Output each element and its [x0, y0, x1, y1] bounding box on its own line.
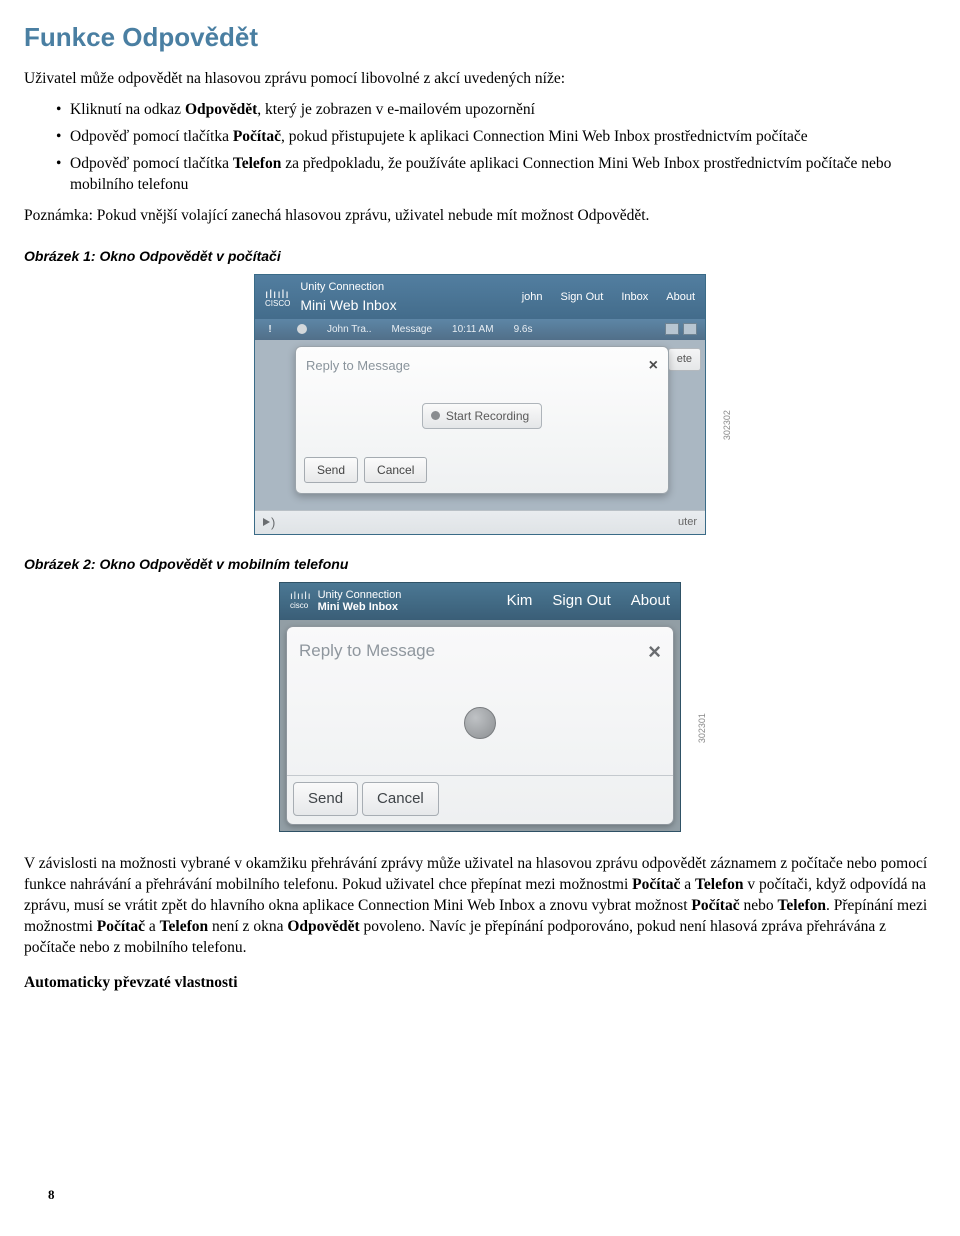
- p2-b3: Počítač: [691, 897, 739, 914]
- bullet-bold: Odpovědět: [185, 101, 257, 118]
- bullet-bold: Počítač: [233, 128, 281, 145]
- brand-line2: Mini Web Inbox: [318, 601, 402, 614]
- p2-b5: Počítač: [97, 918, 145, 935]
- header-username: Kim: [507, 591, 533, 611]
- signout-link[interactable]: Sign Out: [552, 591, 610, 611]
- message-row[interactable]: ! John Tra.. Message 10:11 AM 9.6s: [255, 319, 705, 341]
- bullet-list: Kliknutí na odkaz Odpovědět, který je zo…: [56, 100, 936, 196]
- brand-line1: Unity Connection: [318, 589, 402, 602]
- bullet-pre: Odpověď pomocí tlačítka: [70, 155, 233, 172]
- body-paragraph: V závislosti na možnosti vybrané v okamž…: [24, 854, 936, 959]
- message-time: 10:11 AM: [452, 323, 494, 337]
- cisco-logo-icon: ılıılı CISCO: [265, 288, 290, 308]
- start-recording-button[interactable]: Start Recording: [422, 403, 542, 429]
- reply-dialog: Reply to Message × Send Cancel: [286, 626, 674, 825]
- page-title: Funkce Odpovědět: [24, 20, 936, 55]
- message-from: John Tra..: [327, 323, 371, 337]
- list-item: Odpověď pomocí tlačítka Počítač, pokud p…: [56, 127, 936, 148]
- brand-line1: Unity Connection: [300, 280, 396, 295]
- about-link[interactable]: About: [631, 591, 670, 611]
- dialog-title: Reply to Message: [299, 640, 435, 663]
- brand-line2: Mini Web Inbox: [300, 296, 396, 315]
- p2-b2: Telefon: [695, 876, 744, 893]
- page-number: 8: [48, 1186, 55, 1204]
- send-button[interactable]: Send: [293, 782, 358, 816]
- list-item: Odpověď pomocí tlačítka Telefon za předp…: [56, 154, 936, 196]
- unread-dot-icon: [297, 324, 307, 334]
- list-item: Kliknutí na odkaz Odpovědět, který je zo…: [56, 100, 936, 121]
- header-username: john: [522, 290, 543, 305]
- message-subject: Message: [391, 323, 432, 337]
- p2-b4: Telefon: [778, 897, 827, 914]
- app-header: ılıılı CISCO Unity Connection Mini Web I…: [255, 275, 705, 319]
- priority-icon: !: [263, 323, 277, 337]
- bullet-bold: Telefon: [233, 155, 282, 172]
- p2-mid3: a: [145, 918, 160, 935]
- signout-link[interactable]: Sign Out: [561, 290, 604, 305]
- send-button[interactable]: Send: [304, 457, 358, 483]
- speaker-icon[interactable]: [263, 515, 279, 529]
- figure-caption-2: Obrázek 2: Okno Odpovědět v mobilním tel…: [24, 555, 936, 574]
- inbox-link[interactable]: Inbox: [621, 290, 648, 305]
- bullet-post: , pokud přistupujete k aplikaci Connecti…: [281, 128, 808, 145]
- record-button[interactable]: [464, 707, 496, 739]
- attachment-icon: [665, 323, 679, 335]
- reply-dialog: Reply to Message × Start Recording Send …: [295, 346, 669, 494]
- player-bar: uter: [255, 510, 705, 534]
- player-right-fragment: uter: [678, 515, 697, 530]
- figure-id-label: 302302: [721, 410, 733, 440]
- figure-id-label: 302301: [696, 713, 708, 743]
- figure-caption-1: Obrázek 1: Okno Odpovědět v počítači: [24, 247, 936, 266]
- mobile-header: ılıılı cisco Unity Connection Mini Web I…: [280, 583, 680, 620]
- bullet-pre: Kliknutí na odkaz: [70, 101, 185, 118]
- bullet-post: , který je zobrazen v e-mailovém upozorn…: [257, 101, 535, 118]
- message-duration: 9.6s: [514, 323, 533, 337]
- p2-mid1: a: [680, 876, 695, 893]
- bullet-pre: Odpověď pomocí tlačítka: [70, 128, 233, 145]
- close-icon[interactable]: ×: [649, 355, 658, 377]
- app-brand: Unity Connection Mini Web Inbox: [318, 589, 402, 614]
- p2-b6: Telefon: [160, 918, 209, 935]
- close-icon[interactable]: ×: [648, 637, 661, 667]
- dialog-title: Reply to Message: [306, 357, 410, 375]
- app-brand: Unity Connection Mini Web Inbox: [300, 280, 396, 315]
- p2-e: není z okna: [208, 918, 287, 935]
- p2-b7: Odpovědět: [287, 918, 359, 935]
- cancel-button[interactable]: Cancel: [362, 782, 439, 816]
- figure-1-desktop-window: ılıılı CISCO Unity Connection Mini Web I…: [254, 274, 706, 535]
- flag-icon: [683, 323, 697, 335]
- p2-b1: Počítač: [632, 876, 680, 893]
- about-link[interactable]: About: [666, 290, 695, 305]
- background-button-fragment: ete: [668, 348, 701, 371]
- cisco-logo-icon: ılıılı cisco: [290, 592, 312, 610]
- record-label: Start Recording: [446, 408, 529, 424]
- cancel-button[interactable]: Cancel: [364, 457, 427, 483]
- p2-mid2: nebo: [740, 897, 778, 914]
- intro-paragraph: Uživatel může odpovědět na hlasovou zprá…: [24, 69, 936, 90]
- figure-2-mobile-window: ılıılı cisco Unity Connection Mini Web I…: [279, 582, 681, 832]
- subheading: Automaticky převzaté vlastnosti: [24, 973, 936, 994]
- record-dot-icon: [431, 411, 440, 420]
- note-paragraph: Poznámka: Pokud vnější volající zanechá …: [24, 206, 936, 227]
